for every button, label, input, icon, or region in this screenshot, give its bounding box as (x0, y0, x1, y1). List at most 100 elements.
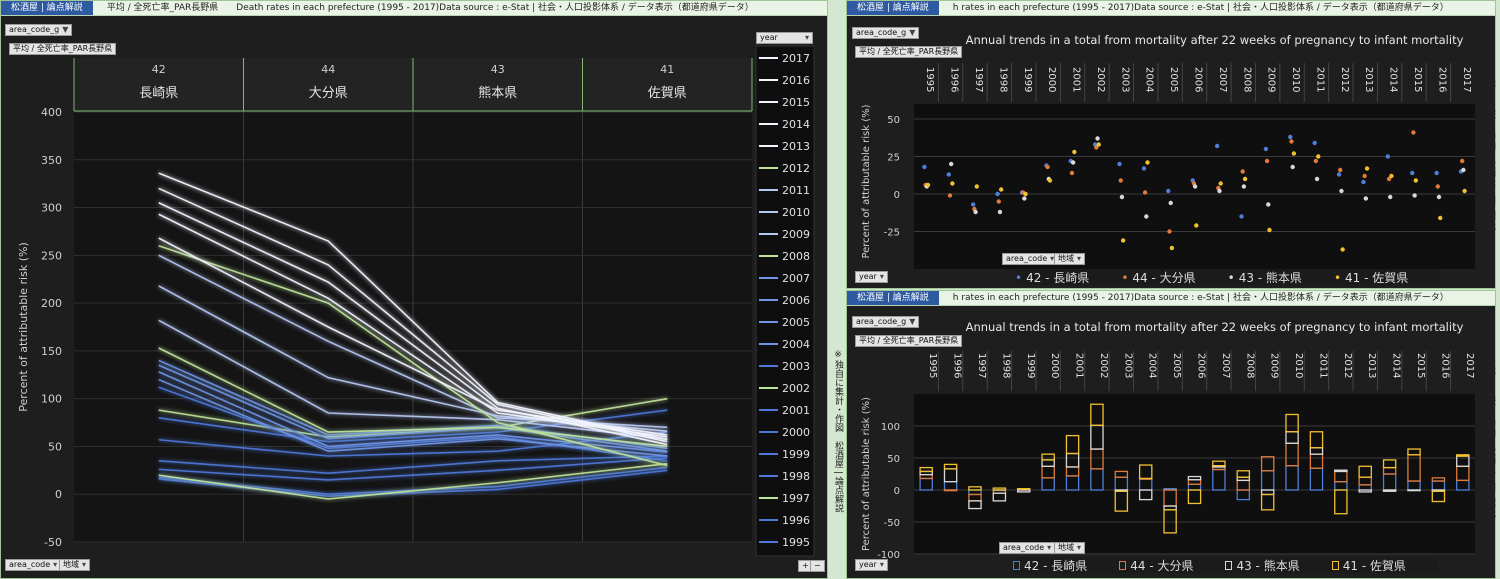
x-tick-label: 2017 (1464, 353, 1475, 378)
bottom-area-code-chip[interactable]: area_code ▾ (5, 559, 62, 571)
line-chart: 42 長崎県 44 大分県 43 熊本県 41 佐賀県 -50 0 50 100 150 200 250 30… (17, 45, 815, 557)
category-name-label: 大分県 (309, 86, 348, 101)
category-code-label: 42 (152, 63, 166, 76)
legend-label: 2010 (782, 206, 810, 219)
legend-label: 2014 (782, 118, 810, 131)
x-tick-label: 2014 (1391, 353, 1402, 378)
category-code-label: 43 (491, 63, 505, 76)
legend-entry: • 41 - 佐賀県 (1333, 271, 1409, 285)
x-tick-label: 2000 (1049, 353, 1060, 378)
legend-label: 2002 (782, 382, 810, 395)
x-tick-label: 2008 (1241, 67, 1252, 92)
x-tick-label: 1997 (973, 67, 984, 92)
y-tick-label: 100 (41, 393, 62, 406)
x-tick-label: 2004 (1147, 353, 1158, 378)
scatter-point (1241, 184, 1247, 189)
y-axis-label: Percent of attributable risk (%) (861, 397, 872, 551)
scatter-point (1118, 178, 1123, 183)
scatter-point (1336, 172, 1342, 177)
scatter-point (1072, 149, 1077, 155)
scatter-point (1435, 184, 1441, 189)
legend-label: 44 - 大分県 (1130, 559, 1194, 573)
legend-entry: 41 - 佐賀県 (1331, 559, 1422, 573)
scatter-point (1169, 245, 1175, 251)
category-code-label: 44 (321, 63, 335, 76)
y-tick-label: 100 (881, 422, 900, 433)
year-filter[interactable]: year ▾ (756, 32, 813, 44)
x-tick-label: 2007 (1217, 67, 1228, 92)
legend-label: 2006 (782, 294, 810, 307)
chevron-down-icon: ▾ (53, 560, 58, 569)
scatter-point (1119, 194, 1125, 200)
legend-label: 2012 (782, 162, 810, 175)
y-tick-label: 25 (887, 153, 900, 164)
scatter-legend: • 42 - 長崎県 • 44 - 大分県 • 43 - 熊本県 • 41 - 佐賀県 (1015, 269, 1441, 285)
legend-entry: • 43 - 熊本県 (1227, 271, 1302, 285)
left-side-note: ※独自に集計・作図 松酒屋 | 論点解説 (833, 350, 843, 513)
legend-label: 1995 (782, 536, 810, 549)
scatter-point (1168, 200, 1173, 206)
scatter-point (1267, 227, 1272, 233)
scatter-point (1266, 202, 1271, 207)
scatter-point (1364, 166, 1370, 171)
year-chip[interactable]: year ▾ (855, 271, 888, 283)
y-tick-label: -50 (884, 518, 900, 529)
scatter-point (1166, 188, 1171, 194)
year-chip[interactable]: year ▾ (855, 559, 888, 571)
category-name-label: 佐賀県 (648, 86, 687, 101)
region-chip[interactable]: 地域 ▾ (1054, 253, 1086, 265)
y-tick-label: 50 (48, 440, 62, 453)
scatter-point (946, 172, 951, 177)
scatter-point (997, 209, 1003, 215)
scatter-point (1389, 173, 1394, 179)
chart-title: Annual trends in a total from mortality … (966, 33, 1464, 47)
scatter-point (1338, 167, 1343, 173)
area-code-chip[interactable]: area_code ▾ (1002, 253, 1059, 265)
scatter-point (1194, 223, 1199, 228)
right-bottom-side-note: ※独自に集計・作図 松酒屋 | 論点解説 (1485, 355, 1495, 518)
scatter-point (1141, 166, 1147, 171)
x-tick-label: 2006 (1193, 67, 1204, 92)
scatter-point (1291, 151, 1297, 156)
legend-label: 2003 (782, 360, 810, 373)
scatter-point (1385, 154, 1391, 159)
x-tick-label: 2000 (1046, 67, 1057, 92)
area-code-chip[interactable]: area_code ▾ (999, 542, 1056, 554)
x-tick-label: 1999 (1022, 67, 1033, 92)
legend-label: 2011 (782, 184, 810, 197)
bottom-region-chip[interactable]: 地域 ▾ (59, 559, 91, 571)
scatter-point (1339, 188, 1344, 194)
x-tick-label: 1996 (949, 67, 960, 92)
scatter-point (1288, 134, 1293, 140)
legend-label: 43 - 熊本県 (1238, 271, 1302, 285)
chevron-down-icon: ▾ (879, 560, 884, 569)
scatter-point (1388, 194, 1393, 200)
scatter-point (996, 199, 1001, 204)
right-bottom-panel: 松酒屋 | 論点解説 h rates in each prefecture (19… (846, 290, 1496, 579)
scatter-point (998, 187, 1004, 192)
scatter-point (970, 202, 976, 207)
legend-label: 2004 (782, 338, 810, 351)
y-tick-label: -50 (44, 536, 62, 549)
scatter-point (995, 191, 1000, 197)
scatter-point (947, 193, 953, 198)
scatter-point (1314, 176, 1320, 182)
x-tick-label: 2003 (1122, 353, 1133, 378)
scatter-point (1436, 194, 1442, 200)
x-tick-label: 2012 (1339, 67, 1350, 92)
chevron-down-icon: ▾ (82, 560, 87, 569)
scatter-chart: Annual trends in a total from mortality … (861, 33, 1475, 269)
region-chip[interactable]: 地域 ▾ (1054, 542, 1086, 554)
x-tick-label: 1999 (1025, 353, 1036, 378)
zoom-out-button[interactable]: − (810, 560, 825, 572)
scatter-point (1411, 130, 1416, 135)
y-axis-label: Percent of attributable risk (%) (861, 104, 872, 258)
legend-entry: • 42 - 長崎県 (1015, 271, 1090, 285)
legend-label: 1997 (782, 492, 810, 505)
legend-label: 2016 (782, 74, 810, 87)
x-tick-label: 2009 (1269, 353, 1280, 378)
scatter-point (1047, 178, 1053, 183)
y-tick-label: 400 (41, 106, 62, 119)
legend-label: 2005 (782, 316, 810, 329)
category-name-label: 長崎県 (139, 86, 178, 101)
